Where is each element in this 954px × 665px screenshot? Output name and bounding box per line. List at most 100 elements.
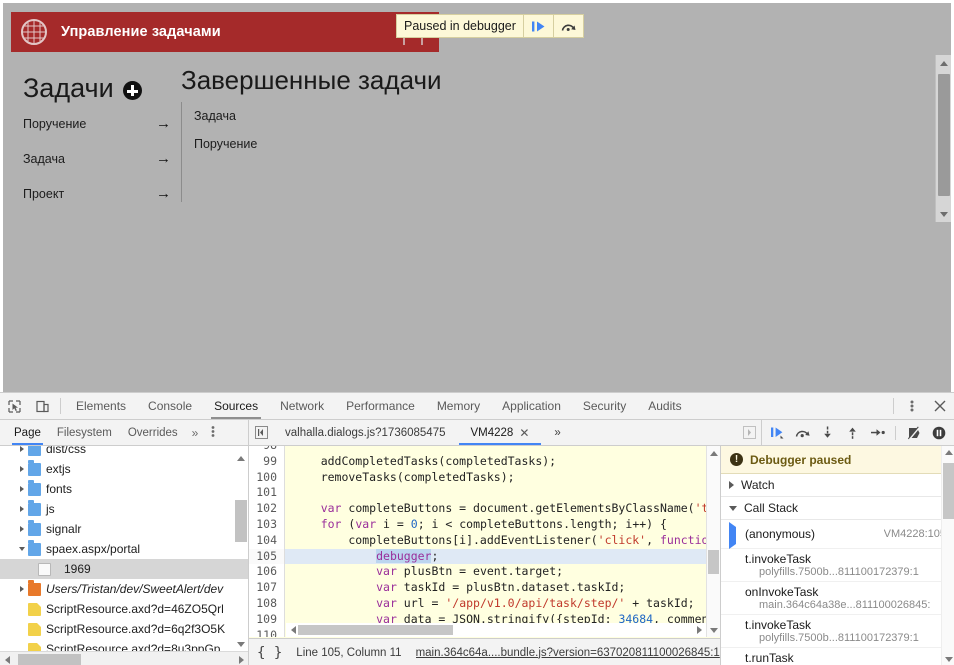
tree-row-selected[interactable]: 1969	[0, 559, 248, 579]
code-line-text[interactable]: addCompletedTasks(completedTasks);	[285, 454, 556, 470]
call-stack-frame[interactable]: onInvokeTask main.364c64a38e...811100026…	[721, 582, 954, 615]
scroll-up-arrow-icon[interactable]	[942, 446, 954, 459]
source-code-editor[interactable]: 98 99 addCompletedTasks(completedTasks);…	[249, 446, 720, 665]
code-line[interactable]: 100 removeTasks(completedTasks);	[249, 469, 720, 486]
chevron-right-icon[interactable]	[16, 506, 28, 512]
code-line[interactable]: 99 addCompletedTasks(completedTasks);	[249, 453, 720, 470]
editor-tab-valhalla-dialogs[interactable]: valhalla.dialogs.js?1736085475	[273, 420, 459, 445]
close-icon[interactable]: ✕	[519, 426, 529, 440]
scroll-down-arrow-icon[interactable]	[942, 653, 954, 665]
scroll-up-arrow-icon[interactable]	[235, 452, 247, 464]
tree-row[interactable]: ScriptResource.axd?d=46ZO5Qrl	[0, 599, 248, 619]
close-icon[interactable]	[926, 393, 954, 419]
code-line[interactable]: 98	[249, 446, 720, 454]
editor-vertical-scrollbar[interactable]	[706, 446, 720, 637]
tree-row[interactable]: fonts	[0, 479, 248, 499]
call-stack-frame[interactable]: t.invokeTask polyfills.7500b...811100172…	[721, 615, 954, 648]
page-vertical-scrollbar[interactable]	[935, 55, 951, 222]
code-line-text[interactable]: var plusBtn = event.target;	[285, 564, 563, 580]
scrollbar-thumb[interactable]	[18, 654, 81, 665]
scroll-left-arrow-icon[interactable]	[0, 652, 14, 665]
scroll-up-arrow-icon[interactable]	[936, 55, 951, 71]
add-task-icon[interactable]	[122, 81, 142, 100]
deactivate-breakpoints-button[interactable]	[901, 420, 926, 446]
chevron-down-icon[interactable]	[16, 547, 28, 551]
call-stack-frame[interactable]: t.invokeTask polyfills.7500b...811100172…	[721, 549, 954, 582]
code-line-text[interactable]: debugger;	[285, 548, 438, 565]
code-line-text[interactable]: var url = '/app/v1.0/api/task/step/' + t…	[285, 596, 695, 612]
tab-performance[interactable]: Performance	[335, 393, 426, 419]
tree-row[interactable]: js	[0, 499, 248, 519]
code-line-text[interactable]	[285, 446, 293, 454]
step-over-next-function-call-button[interactable]	[790, 420, 815, 446]
tree-row[interactable]: Users/Tristan/dev/SweetAlert/dev	[0, 579, 248, 599]
pretty-print-icon[interactable]: { }	[257, 645, 282, 661]
tree-row[interactable]: spaex.aspx/portal	[0, 539, 248, 559]
scroll-right-arrow-icon[interactable]	[692, 623, 706, 637]
subtab-filesystem[interactable]: Filesystem	[49, 420, 120, 445]
chevron-right-icon[interactable]	[16, 526, 28, 532]
task-link-proekt[interactable]: Проект →	[23, 178, 173, 209]
call-stack-frame-current[interactable]: (anonymous) VM4228:105	[721, 520, 954, 549]
pause-on-exceptions-button[interactable]	[926, 420, 951, 446]
overlay-resume-button[interactable]	[522, 15, 553, 37]
scroll-tabs-right-icon[interactable]	[737, 420, 761, 445]
kebab-menu-icon[interactable]	[898, 393, 926, 419]
scroll-down-arrow-icon[interactable]	[936, 206, 951, 222]
sidebar-vertical-scrollbar[interactable]	[941, 446, 954, 665]
tab-network[interactable]: Network	[269, 393, 335, 419]
scroll-right-arrow-icon[interactable]	[234, 652, 248, 665]
subtab-overrides[interactable]: Overrides	[120, 420, 186, 445]
tree-row[interactable]: dist/css	[0, 446, 248, 459]
code-line-text[interactable]: var completeButtons = document.getElemen…	[285, 501, 720, 517]
chevron-right-icon[interactable]	[16, 466, 28, 472]
code-line-text[interactable]: completeButtons[i].addEventListener('cli…	[285, 533, 720, 549]
chevron-right-icon[interactable]	[16, 486, 28, 492]
chevron-down-icon[interactable]	[729, 505, 737, 511]
task-link-zadacha[interactable]: Задача →	[23, 143, 173, 174]
editor-horizontal-scrollbar[interactable]	[286, 623, 706, 637]
code-line[interactable]: 103 for (var i = 0; i < completeButtons.…	[249, 516, 720, 533]
more-subtabs-icon[interactable]: »	[186, 426, 205, 440]
source-map-link[interactable]: main.364c64a....bundle.js?version=637020…	[416, 647, 720, 659]
code-line-text[interactable]: removeTasks(completedTasks);	[285, 470, 515, 486]
tab-application[interactable]: Application	[491, 393, 572, 419]
editor-tab-vm4228[interactable]: VM4228 ✕	[458, 420, 543, 445]
code-line-text[interactable]	[285, 485, 293, 501]
step-button[interactable]	[865, 420, 890, 446]
inspect-element-icon[interactable]	[0, 393, 28, 419]
code-line[interactable]: 108 var url = '/app/v1.0/api/task/step/'…	[249, 595, 720, 612]
tab-security[interactable]: Security	[572, 393, 637, 419]
resume-script-execution-button[interactable]	[765, 420, 790, 446]
scroll-up-arrow-icon[interactable]	[707, 446, 720, 460]
tab-elements[interactable]: Elements	[65, 393, 137, 419]
code-line-execution-paused[interactable]: 105 debugger;	[249, 548, 720, 565]
navigator-file-tree[interactable]: dist/css extjs fonts js signalr spaex.as…	[0, 446, 249, 665]
chevron-right-icon[interactable]	[16, 446, 28, 452]
code-line-text[interactable]: for (var i = 0; i < completeButtons.leng…	[285, 517, 667, 533]
sidebar-section-call-stack[interactable]: Call Stack	[721, 497, 954, 520]
code-line[interactable]: 104 completeButtons[i].addEventListener(…	[249, 532, 720, 549]
scrollbar-thumb[interactable]	[708, 550, 719, 574]
chevron-right-icon[interactable]	[16, 586, 28, 592]
task-link-porucheniye[interactable]: Поручение →	[23, 108, 173, 139]
code-line-text[interactable]: var taskId = plusBtn.dataset.taskId;	[285, 580, 625, 596]
step-into-next-function-call-button[interactable]	[815, 420, 840, 446]
code-line[interactable]: 101	[249, 485, 720, 502]
list-item[interactable]: Задача	[194, 102, 426, 130]
tree-row[interactable]: ScriptResource.axd?d=6q2f3O5K	[0, 619, 248, 639]
sidebar-section-watch[interactable]: Watch	[721, 474, 954, 497]
tree-row[interactable]: signalr	[0, 519, 248, 539]
more-editor-tabs-icon[interactable]: »	[542, 420, 573, 445]
code-line[interactable]: 102 var completeButtons = document.getEl…	[249, 501, 720, 517]
tab-sources[interactable]: Sources	[203, 393, 269, 419]
scrollbar-thumb[interactable]	[943, 463, 954, 519]
scroll-down-arrow-icon[interactable]	[707, 623, 720, 637]
file-tree-vertical-scrollbar[interactable]	[235, 452, 247, 650]
file-tree-horizontal-scrollbar[interactable]	[0, 651, 248, 665]
subtab-page[interactable]: Page	[6, 420, 49, 445]
tab-console[interactable]: Console	[137, 393, 203, 419]
scrollbar-thumb[interactable]	[235, 500, 247, 542]
code-line[interactable]: 107 var taskId = plusBtn.dataset.taskId;	[249, 580, 720, 596]
step-out-of-current-function-button[interactable]	[840, 420, 865, 446]
